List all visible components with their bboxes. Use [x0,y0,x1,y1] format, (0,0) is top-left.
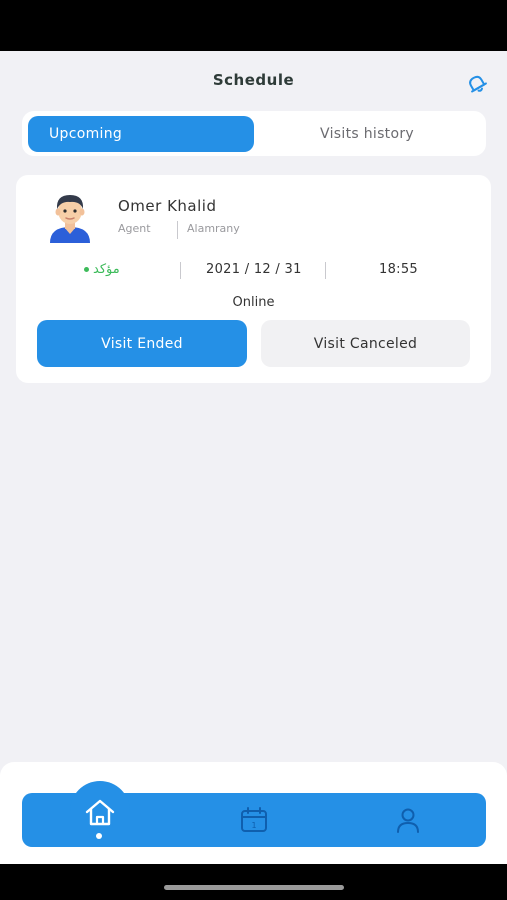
calendar-icon[interactable]: 1 [234,800,274,840]
bottom-nav: 1 [22,781,486,847]
page-title: Schedule [212,71,295,89]
visit-ended-button[interactable]: Visit Ended [37,320,247,367]
status-dot-icon [84,267,89,272]
agent-name: Omer Khalid [118,197,217,215]
appointment-date: 2021 / 12 / 31 [206,262,302,277]
agent-company: Alamrany [187,222,240,235]
appointment-info-row: مؤكد 2021 / 12 / 31 18:55 [16,261,491,281]
svg-text:1: 1 [251,821,256,830]
divider [177,221,178,239]
appointment-time: 18:55 [379,262,418,277]
appointment-card[interactable]: Omer Khalid Agent Alamrany مؤكد 2021 / 1… [16,175,491,383]
active-indicator-dot [96,833,102,839]
visit-canceled-button[interactable]: Visit Canceled [261,320,470,367]
bell-icon[interactable] [464,71,490,97]
status-label: مؤكد [93,262,120,277]
divider [325,262,326,279]
home-indicator [164,885,344,890]
home-icon[interactable] [80,793,120,833]
appointment-mode: Online [232,295,275,310]
schedule-tabs: Upcoming Visits history [22,111,486,156]
divider [180,262,181,279]
avatar [42,189,98,245]
agent-role: Agent [118,222,151,235]
tab-upcoming[interactable]: Upcoming [28,116,254,152]
profile-icon[interactable] [388,800,428,840]
app-screen: Schedule Upcoming Visits history Omer Kh… [0,51,507,864]
tab-visits-history[interactable]: Visits history [254,116,480,152]
status-badge: مؤكد [84,262,120,277]
